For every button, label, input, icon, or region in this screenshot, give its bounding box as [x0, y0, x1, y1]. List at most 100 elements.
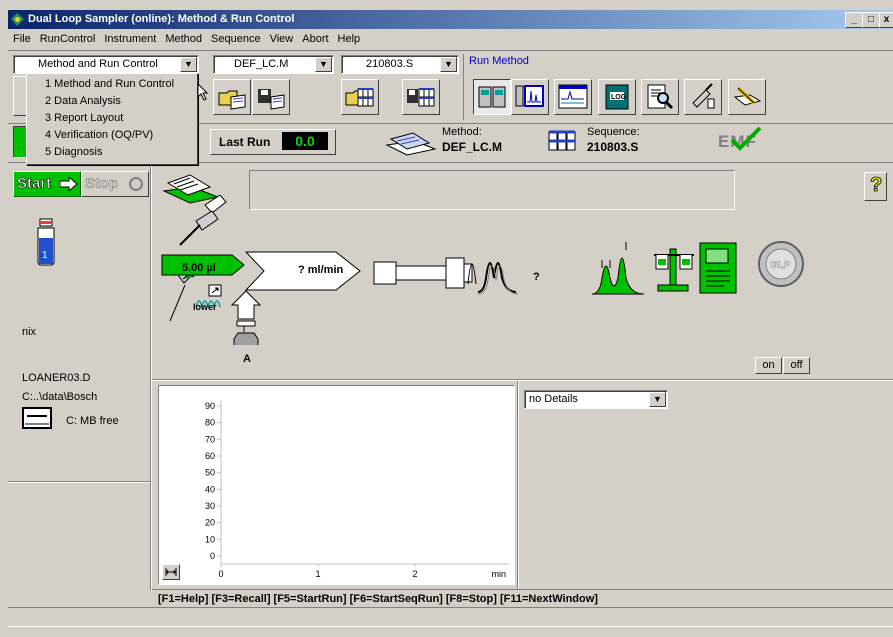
calibration-scale-icon [654, 248, 694, 292]
loop-label: lower [193, 302, 217, 312]
x-tick-label: 2 [412, 569, 417, 579]
edit-method-button[interactable] [728, 79, 766, 115]
start-button[interactable]: Start [13, 171, 81, 197]
y-tick-label: 30 [205, 501, 215, 511]
menu-abort[interactable]: Abort [297, 31, 332, 45]
instrument-modules-icon [478, 86, 506, 108]
pencil-book-icon [733, 86, 762, 106]
help-button[interactable]: ? [864, 172, 887, 201]
column-icon [373, 257, 477, 289]
y-tick-label: 0 [210, 551, 215, 561]
view-menu-item[interactable]: 3 Report Layout [45, 112, 123, 124]
vials-folder-icon [345, 88, 374, 107]
on-button[interactable]: on [755, 357, 782, 374]
arrow-right-icon [60, 177, 78, 191]
menu-runcontrol[interactable]: RunControl [35, 31, 100, 45]
x-unit-label: min [491, 569, 506, 579]
y-tick-label: 70 [205, 434, 215, 444]
online-plot-button[interactable] [511, 79, 549, 115]
maximize-button[interactable]: □ [862, 12, 880, 28]
sequence-select[interactable]: 210803.S ▼ [341, 55, 459, 74]
vertical-divider-hl [151, 163, 152, 590]
menu-method[interactable]: Method [160, 31, 206, 45]
toolbar-button-hidden[interactable] [13, 76, 27, 116]
y-tick-label: 80 [205, 418, 215, 428]
x-tick-label: 0 [218, 569, 223, 579]
statusline-top [152, 589, 893, 590]
menu-view[interactable]: View [265, 31, 298, 45]
title-bar: Dual Loop Sampler (online): Method & Run… [8, 10, 893, 29]
chevron-down-icon[interactable]: ▼ [649, 392, 666, 407]
start-stop-group: Start Stop [13, 171, 149, 197]
svg-text:GLP: GLP [770, 260, 791, 271]
logbook-icon: LOG [605, 84, 629, 110]
x-tick-label: 1 [315, 569, 320, 579]
y-tick-label: 10 [205, 534, 215, 544]
chevron-down-icon[interactable]: ▼ [180, 57, 197, 72]
flow-rate: ? ml/min [298, 264, 344, 276]
method-select[interactable]: DEF_LC.M ▼ [213, 55, 334, 74]
view-menu-item[interactable]: 2 Data Analysis [45, 95, 121, 107]
sample-name: nix [22, 326, 37, 338]
menu-help[interactable]: Help [333, 31, 365, 45]
sample-info-button[interactable] [684, 79, 722, 115]
y-tick-label: 20 [205, 518, 215, 528]
stop-label: Stop [85, 175, 119, 193]
disk-free: C: MB free [66, 415, 119, 427]
disk-drive-icon [22, 407, 52, 429]
stop-button[interactable]: Stop [81, 171, 149, 197]
report-preview-button[interactable] [641, 79, 679, 115]
data-path: C:..\data\Bosch [22, 391, 98, 403]
left-divider-hl [8, 482, 150, 483]
chevron-down-icon[interactable]: ▼ [315, 57, 332, 72]
method-select-value: DEF_LC.M [234, 58, 289, 70]
open-folder-icon [218, 90, 246, 110]
status-bar [8, 608, 893, 626]
menu-file[interactable]: File [8, 31, 35, 45]
syringe-vial-icon [692, 83, 715, 109]
svg-text:LOG: LOG [611, 94, 627, 101]
load-sequence-button[interactable] [341, 79, 379, 115]
view-menu-item[interactable]: 4 Verification (OQ/PV) [45, 129, 153, 141]
online-signal-button[interactable] [554, 79, 592, 115]
datafile-name: LOANER03.D [22, 372, 91, 384]
load-method-button[interactable] [213, 79, 251, 115]
save-sequence-button[interactable] [402, 79, 440, 115]
menu-sequence[interactable]: Sequence [206, 31, 265, 45]
close-button[interactable]: x [879, 12, 893, 28]
view-menu-item[interactable]: 1 Method and Run Control [45, 78, 174, 90]
y-tick-label: 40 [205, 484, 215, 494]
injection-volume: 5.00 µl [182, 262, 216, 274]
report-icon [699, 242, 737, 294]
view-select[interactable]: Method and Run Control ▼ [13, 55, 199, 74]
statusbar-bottom [8, 626, 893, 627]
minimize-button[interactable]: _ [845, 12, 863, 28]
app-icon [11, 13, 24, 26]
save-method-button[interactable] [252, 79, 290, 115]
details-select-value: no Details [529, 393, 578, 405]
integration-icon [591, 242, 645, 295]
last-run-value: 0.0 [282, 132, 328, 150]
vial-number: 1 [42, 250, 48, 261]
plot-zoom-button[interactable] [162, 564, 180, 580]
details-select[interactable]: no Details ▼ [524, 390, 668, 409]
plot-canvas: 90 80 70 60 50 40 30 20 10 00 1 2 min [205, 400, 509, 579]
off-button[interactable]: off [783, 357, 810, 374]
method-value: DEF_LC.M [442, 140, 502, 154]
help-icon: ? [870, 174, 883, 197]
toolbar-separator [8, 50, 893, 51]
run-method-label: Run Method [469, 55, 529, 67]
signal-window-icon [558, 84, 588, 109]
sequence-vials-icon [548, 130, 576, 151]
sequence-value: 210803.S [587, 140, 639, 154]
instrument-view-button[interactable] [473, 79, 511, 115]
method-label: Method: [442, 126, 482, 138]
glp-icon: GLP [758, 241, 804, 287]
chevron-down-icon[interactable]: ▼ [440, 57, 457, 72]
y-tick-label: 60 [205, 451, 215, 461]
peak-unknown: ? [533, 271, 540, 283]
menu-instrument[interactable]: Instrument [99, 31, 160, 45]
y-tick-label: 90 [205, 401, 215, 411]
logbook-button[interactable]: LOG [598, 79, 636, 115]
view-menu-item[interactable]: 5 Diagnosis [45, 146, 102, 158]
